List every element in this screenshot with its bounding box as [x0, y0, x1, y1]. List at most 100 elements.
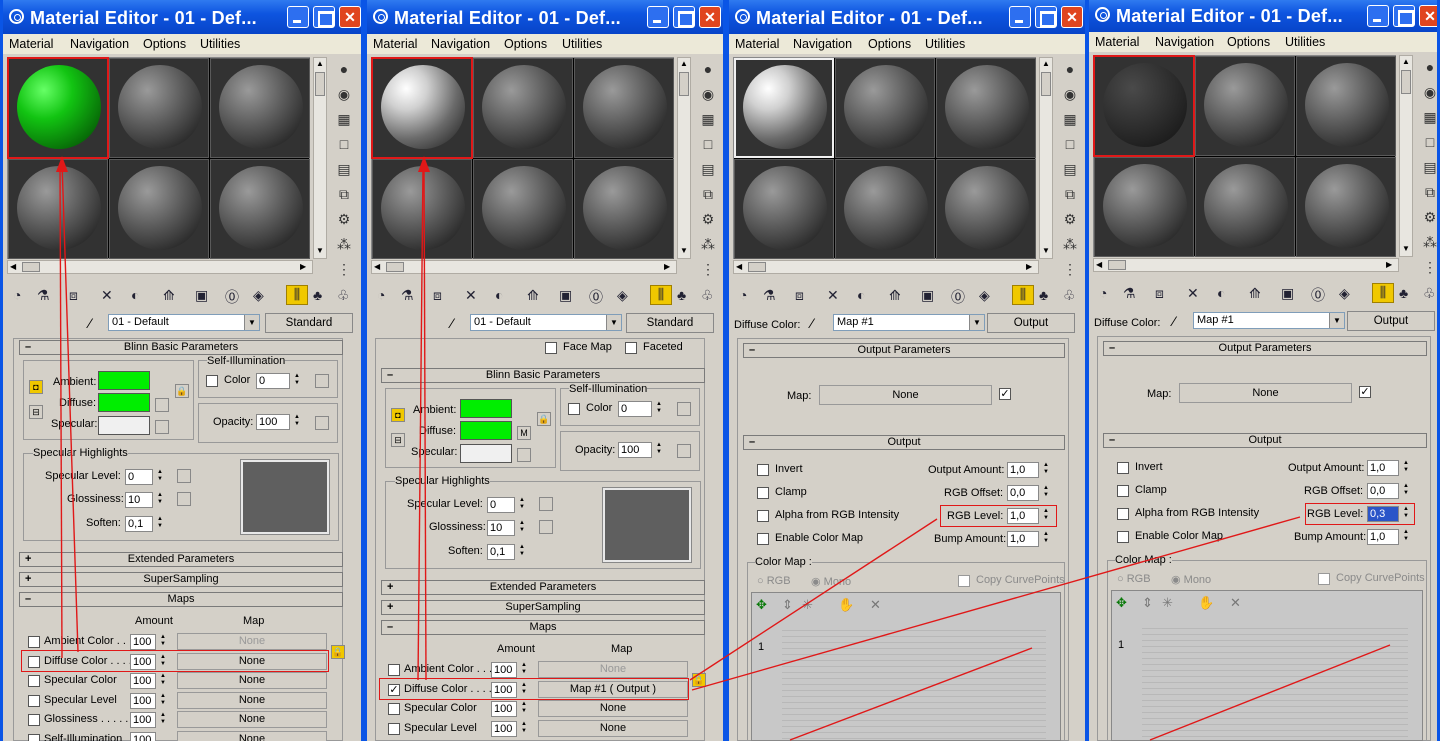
specular-color-swatch[interactable]	[460, 444, 512, 463]
pan-tool-icon[interactable]: ✋	[1198, 595, 1214, 611]
scroll-down-icon[interactable]: ▼	[316, 246, 324, 255]
put-to-scene-icon[interactable]: ⚗	[1123, 285, 1136, 302]
diffuse-color-swatch[interactable]	[98, 393, 150, 412]
spinner-icon[interactable]: ▲ ▼	[1401, 483, 1411, 499]
reset-map-icon[interactable]: ✕	[101, 287, 113, 304]
spinner-icon[interactable]: ▲ ▼	[519, 721, 529, 737]
spinner-icon[interactable]: ▲ ▼	[1401, 460, 1411, 476]
backlight-icon[interactable]: ◉	[699, 85, 717, 103]
sample-slot-6[interactable]	[210, 159, 310, 259]
scroll-thumb[interactable]	[386, 262, 404, 272]
opacity-value[interactable]: 100	[618, 442, 652, 458]
self-illum-value[interactable]: 0	[256, 373, 290, 389]
show-end-result-icon[interactable]: ⫼	[650, 285, 672, 305]
dropdown-arrow-icon[interactable]: ▼	[244, 315, 259, 330]
map-row-button[interactable]: None	[538, 661, 688, 678]
menu-utilities[interactable]: Utilities	[562, 37, 602, 51]
material-navigator-icon[interactable]: ⋮	[335, 260, 353, 278]
sample-slot-3[interactable]	[210, 58, 310, 158]
video-check-icon[interactable]: ▤	[1421, 158, 1437, 176]
color-mode-icon[interactable]: ◘	[29, 380, 43, 394]
spinner-icon[interactable]: ▲ ▼	[1041, 462, 1051, 478]
menu-material[interactable]: Material	[735, 37, 779, 51]
scroll-thumb[interactable]	[1401, 70, 1411, 94]
scroll-right-icon[interactable]: ▶	[1026, 262, 1032, 271]
map-type-button[interactable]: Output	[987, 313, 1075, 333]
go-forward-sibling-icon[interactable]: ♧	[1423, 285, 1436, 302]
go-forward-sibling-icon[interactable]: ♧	[337, 287, 350, 304]
get-material-icon[interactable]: ◔	[13, 287, 21, 303]
spinner-icon[interactable]: ▲ ▼	[158, 673, 168, 689]
background-icon[interactable]: ▦	[1421, 108, 1437, 126]
color-mode-2-icon[interactable]: ⊟	[391, 433, 405, 447]
sample-slot-2[interactable]	[109, 58, 209, 158]
add-point-icon[interactable]: ✳	[1162, 595, 1173, 611]
map-row-amount[interactable]: 100	[491, 701, 517, 717]
material-effects-icon[interactable]: ⓪	[225, 287, 239, 307]
output-amount-value[interactable]: 1,0	[1007, 462, 1039, 478]
make-preview-icon[interactable]: ⧉	[1061, 185, 1079, 203]
map-row-checkbox[interactable]	[388, 723, 400, 735]
select-by-material-icon[interactable]: ⁂	[1061, 235, 1079, 253]
sample-slot-2[interactable]	[473, 58, 573, 158]
menu-options[interactable]: Options	[868, 37, 911, 51]
sample-slot-5[interactable]	[109, 159, 209, 259]
spinner-icon[interactable]: ▲ ▼	[292, 414, 302, 430]
menu-material[interactable]: Material	[373, 37, 417, 51]
dropdown-arrow-icon[interactable]: ▼	[969, 315, 984, 330]
make-unique-icon[interactable]: ⟰	[1249, 285, 1261, 302]
map-row-button[interactable]: None	[177, 672, 327, 689]
lock-map-icon[interactable]: 🔒	[331, 645, 345, 659]
title-bar[interactable]: Material Editor - 01 - Def... ✕	[729, 0, 1085, 34]
map-row-checkbox[interactable]	[28, 714, 40, 726]
show-map-icon[interactable]: ◈	[617, 287, 628, 304]
lock-ambient-diffuse-icon[interactable]: 🔒	[537, 412, 551, 426]
rgb-offset-value[interactable]: 0,0	[1367, 483, 1399, 499]
sample-type-icon[interactable]: ●	[1061, 60, 1079, 78]
go-forward-sibling-icon[interactable]: ♧	[701, 287, 714, 304]
spec-level-value[interactable]: 0	[125, 469, 153, 485]
dropdown-arrow-icon[interactable]: ▼	[606, 315, 621, 330]
scroll-thumb[interactable]	[22, 262, 40, 272]
scroll-right-icon[interactable]: ▶	[300, 262, 306, 271]
menu-navigation[interactable]: Navigation	[1155, 35, 1214, 49]
spinner-icon[interactable]: ▲ ▼	[1041, 485, 1051, 501]
menu-options[interactable]: Options	[504, 37, 547, 51]
material-effects-icon[interactable]: ⓪	[1311, 285, 1325, 305]
spec-level-map-button[interactable]	[539, 497, 553, 511]
make-unique-icon[interactable]: ⟰	[163, 287, 175, 304]
output-map-checkbox[interactable]: ✓	[999, 388, 1011, 400]
scale-tool-icon[interactable]: ⇕	[782, 597, 793, 613]
map-row-checkbox[interactable]	[28, 734, 40, 741]
uv-tiling-icon[interactable]: □	[699, 135, 717, 153]
map-row-amount[interactable]: 100	[130, 732, 156, 741]
map-row-button[interactable]: None	[177, 633, 327, 650]
menu-utilities[interactable]: Utilities	[925, 37, 965, 51]
output-map-checkbox[interactable]: ✓	[1359, 386, 1371, 398]
output-map-button[interactable]: None	[819, 385, 992, 405]
put-to-library-icon[interactable]: ▣	[921, 287, 934, 304]
show-map-icon[interactable]: ◈	[253, 287, 264, 304]
map-row-button[interactable]: None	[177, 692, 327, 709]
scroll-right-icon[interactable]: ▶	[664, 262, 670, 271]
slots-horizontal-scrollbar[interactable]: ◀ ▶	[1093, 258, 1399, 272]
rgb-offset-value[interactable]: 0,0	[1007, 485, 1039, 501]
background-icon[interactable]: ▦	[335, 110, 353, 128]
color-map-curve[interactable]: ✥ ⇕ ✳ ✋ ✕ 1	[1111, 590, 1423, 741]
glossiness-value[interactable]: 10	[487, 520, 515, 536]
map-row-amount[interactable]: 100	[130, 634, 156, 650]
eyedropper-icon[interactable]: ⁄	[1173, 313, 1175, 329]
sample-type-icon[interactable]: ●	[335, 60, 353, 78]
alpha-checkbox[interactable]	[1117, 508, 1129, 520]
map-row-checkbox[interactable]	[28, 636, 40, 648]
spec-level-map-button[interactable]	[177, 469, 191, 483]
video-check-icon[interactable]: ▤	[335, 160, 353, 178]
scroll-down-icon[interactable]: ▼	[1402, 244, 1410, 253]
sample-slot-1[interactable]	[734, 58, 834, 158]
make-copy-icon[interactable]: ◐	[857, 287, 865, 303]
show-map-icon[interactable]: ◈	[1339, 285, 1350, 302]
face-map-checkbox[interactable]	[545, 342, 557, 354]
spinner-icon[interactable]: ▲ ▼	[1401, 529, 1411, 545]
menu-navigation[interactable]: Navigation	[70, 37, 129, 51]
scroll-left-icon[interactable]: ◀	[10, 262, 16, 271]
